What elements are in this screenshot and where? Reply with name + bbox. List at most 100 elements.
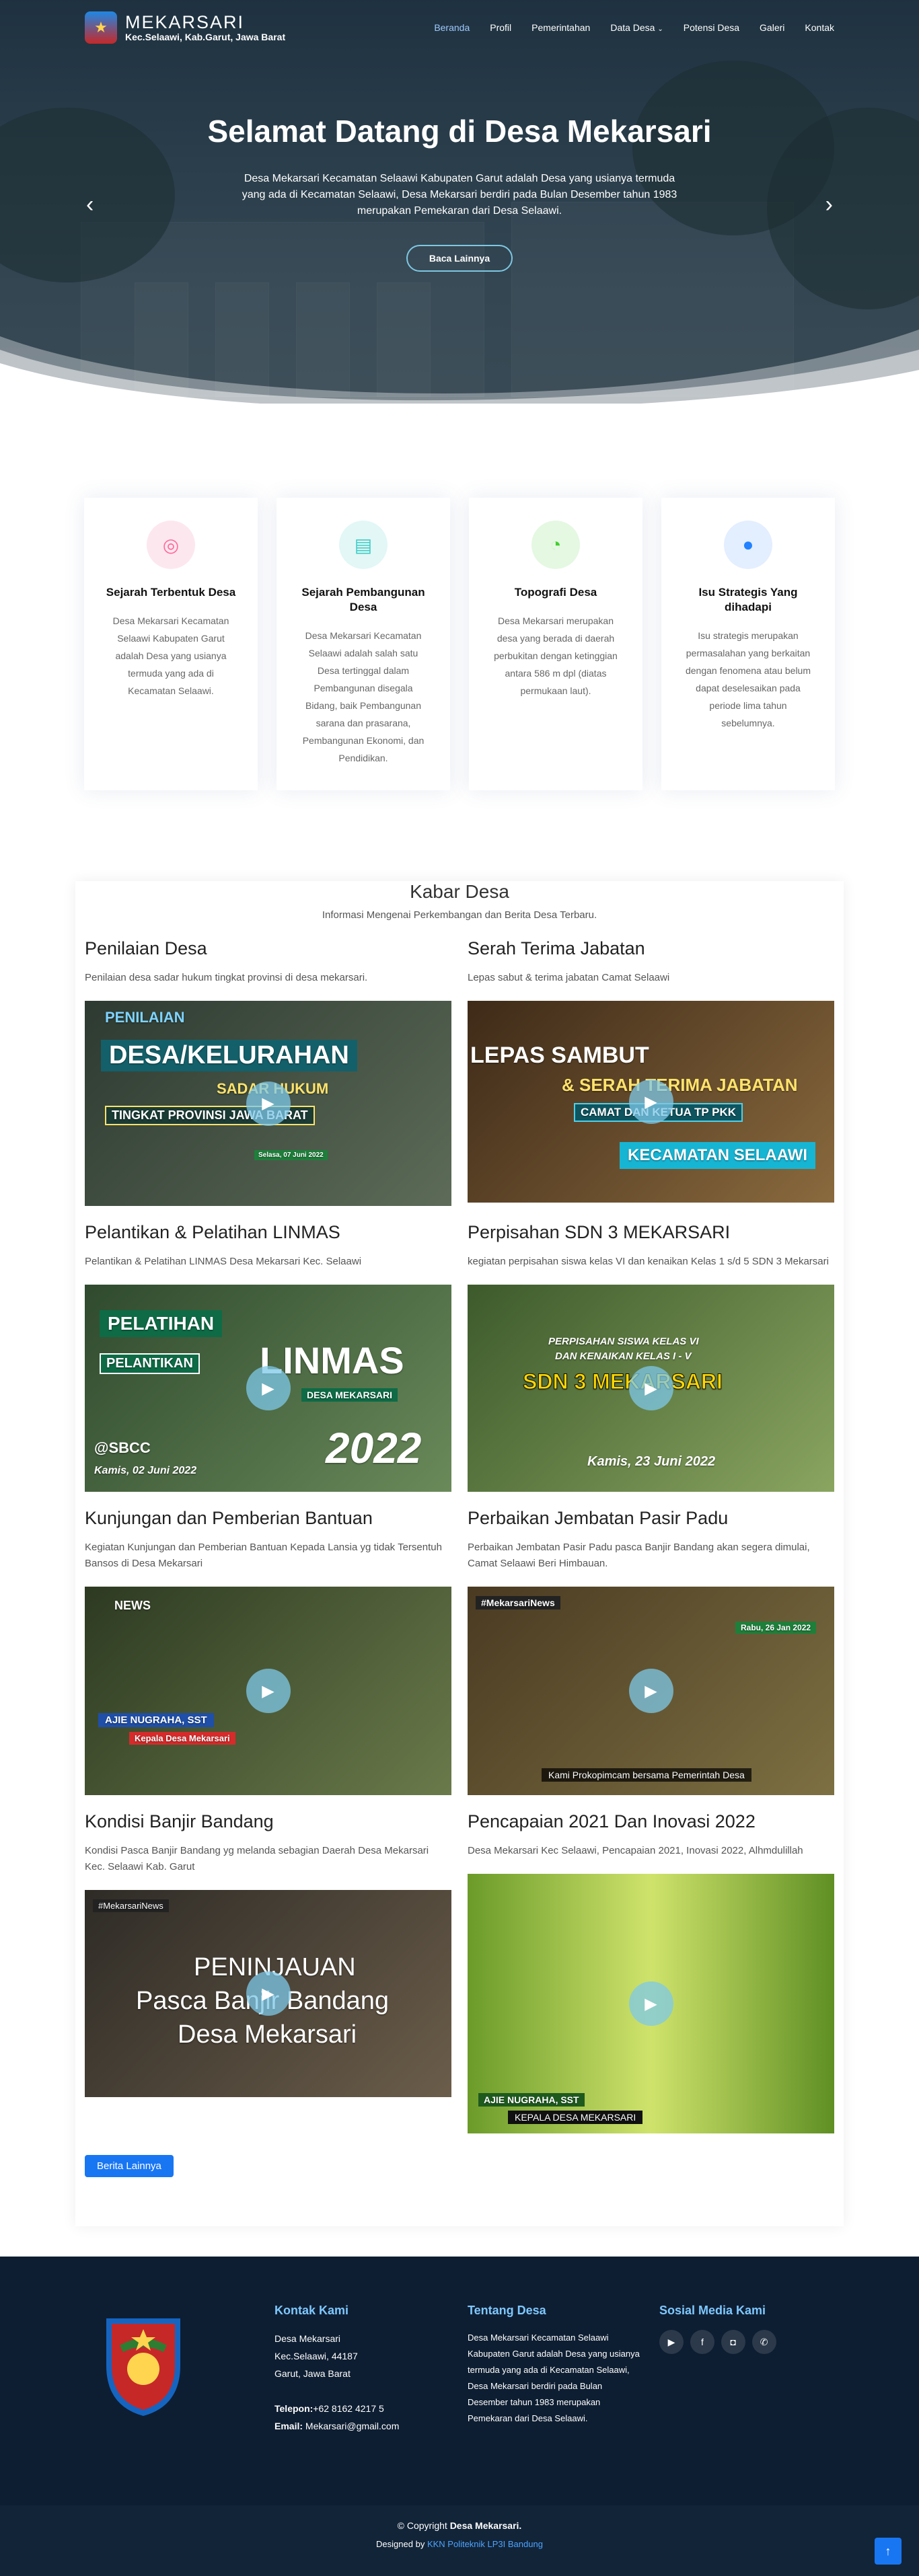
youtube-icon[interactable]: ▶: [659, 2330, 684, 2354]
nav-kontak[interactable]: Kontak: [805, 22, 834, 33]
video-thumbnail[interactable]: PENILAIAN DESA/KELURAHAN SADAR HUKUM TIN…: [85, 1001, 451, 1206]
feature-text: Desa Mekarsari merupakan desa yang berad…: [494, 615, 618, 696]
news-post: Kunjungan dan Pemberian Bantuan Kegiatan…: [85, 1508, 451, 1795]
news-post: Perpisahan SDN 3 MEKARSARI kegiatan perp…: [468, 1222, 834, 1492]
brand-subtitle: Kec.Selaawi, Kab.Garut, Jawa Barat: [125, 32, 286, 42]
about-column: Tentang Desa Desa Mekarsari Kecamatan Se…: [468, 2302, 642, 2427]
back-to-top-button[interactable]: ↑: [875, 2538, 902, 2565]
village-logo: ★: [85, 11, 117, 44]
nav-beranda[interactable]: Beranda: [434, 22, 470, 33]
video-thumbnail[interactable]: NEWS AJIE NUGRAHA, SST Kepala Desa Mekar…: [85, 1587, 451, 1795]
speedometer-icon: ◔: [531, 521, 580, 569]
nav-potensi-desa[interactable]: Potensi Desa: [684, 22, 739, 33]
post-title[interactable]: Serah Terima Jabatan: [468, 938, 834, 959]
feature-title: Sejarah Terbentuk Desa: [106, 586, 236, 599]
nav-pemerintahan[interactable]: Pemerintahan: [531, 22, 590, 33]
navbar: ★ MEKARSARI Kec.Selaawi, Kab.Garut, Jawa…: [0, 0, 919, 55]
video-thumbnail[interactable]: #MekarsariNews PENINJAUAN Pasca Banjir B…: [85, 1890, 451, 2097]
feature-card[interactable]: ● Isu Strategis Yang dihadapi Isu strate…: [661, 498, 835, 790]
post-description: Pelantikan & Pelatihan LINMAS Desa Mekar…: [85, 1256, 362, 1267]
footer: Kontak Kami Desa Mekarsari Kec.Selaawi, …: [0, 2257, 919, 2576]
play-icon[interactable]: ▶: [628, 1366, 673, 1410]
feature-title: Sejarah Pembangunan Desa: [301, 586, 425, 613]
play-icon[interactable]: ▶: [246, 1669, 291, 1713]
thumb-text: DESA MEKARSARI: [301, 1388, 398, 1402]
video-thumbnail[interactable]: #MekarsariNews Rabu, 26 Jan 2022 Kami Pr…: [468, 1587, 834, 1795]
post-title[interactable]: Perbaikan Jembatan Pasir Padu: [468, 1508, 834, 1529]
post-title[interactable]: Kunjungan dan Pemberian Bantuan: [85, 1508, 451, 1529]
nav-profil[interactable]: Profil: [490, 22, 511, 33]
footer-top: Kontak Kami Desa Mekarsari Kec.Selaawi, …: [0, 2257, 919, 2505]
social-title: Sosial Media Kami: [659, 2304, 766, 2317]
designed-prefix: Designed by: [376, 2539, 427, 2549]
feature-card[interactable]: ▤ Sejarah Pembangunan Desa Desa Mekarsar…: [277, 498, 450, 790]
feature-card[interactable]: ◎ Sejarah Terbentuk Desa Desa Mekarsari …: [84, 498, 258, 790]
thumb-text: DAN KENAIKAN KELAS I - V: [555, 1351, 692, 1362]
video-thumbnail[interactable]: LEPAS SAMBUT & SERAH TERIMA JABATAN CAMA…: [468, 1001, 834, 1203]
designed-by: Designed by KKN Politeknik LP3I Bandung: [0, 2539, 919, 2549]
thumb-text: Kepala Desa Mekarsari: [129, 1732, 235, 1745]
document-icon: ▤: [339, 521, 388, 569]
video-thumbnail[interactable]: AJIE NUGRAHA, SST KEPALA DESA MEKARSARI …: [468, 1874, 834, 2133]
designer-link[interactable]: KKN Politeknik LP3I Bandung: [427, 2539, 543, 2549]
email-value[interactable]: Mekarsari@gmail.com: [305, 2421, 399, 2431]
hero-content: Selamat Datang di Desa Mekarsari Desa Me…: [0, 113, 919, 272]
read-more-button[interactable]: Baca Lainnya: [406, 245, 513, 272]
post-title[interactable]: Kondisi Banjir Bandang: [85, 1811, 451, 1832]
thumb-text: PENILAIAN: [105, 1009, 185, 1026]
hero-section: ★ MEKARSARI Kec.Selaawi, Kab.Garut, Jawa…: [0, 0, 919, 404]
nav-galeri[interactable]: Galeri: [760, 22, 784, 33]
whatsapp-icon[interactable]: ✆: [751, 2330, 776, 2354]
play-icon[interactable]: ▶: [628, 1981, 673, 2026]
phone-value[interactable]: +62 8162 4217 5: [313, 2403, 384, 2414]
post-title[interactable]: Pencapaian 2021 Dan Inovasi 2022: [468, 1811, 834, 1832]
thumb-text: SDN 3 MEKARSARI: [523, 1369, 723, 1394]
about-text: Desa Mekarsari Kecamatan Selaawi Kabupat…: [468, 2333, 640, 2423]
address-line: Kec.Selaawi, 44187: [274, 2351, 358, 2361]
post-description: Perbaikan Jembatan Pasir Padu pasca Banj…: [468, 1542, 810, 1569]
instagram-icon[interactable]: ◘: [721, 2330, 745, 2354]
address-line: Garut, Jawa Barat: [274, 2368, 351, 2379]
news-post: Serah Terima Jabatan Lepas sabut & terim…: [468, 938, 834, 1206]
news-title: Kabar Desa: [410, 881, 509, 902]
thumb-text: KECAMATAN SELAAWI: [620, 1142, 816, 1169]
play-icon[interactable]: ▶: [628, 1669, 673, 1713]
news-post: Pelantikan & Pelatihan LINMAS Pelantikan…: [85, 1222, 451, 1492]
brand-title: MEKARSARI: [125, 12, 245, 32]
post-description: Kegiatan Kunjungan dan Pemberian Bantuan…: [85, 1542, 442, 1569]
more-news-button[interactable]: Berita Lainnya: [85, 2155, 174, 2177]
feature-text: Isu strategis merupakan permasalahan yan…: [685, 630, 811, 728]
thumb-text: Kami Prokopimcam bersama Pemerintah Desa: [542, 1768, 751, 1782]
post-description: Lepas sabut & terima jabatan Camat Selaa…: [468, 972, 670, 983]
news-subtitle: Informasi Mengenai Perkembangan dan Beri…: [322, 909, 597, 921]
thumb-text: AJIE NUGRAHA, SST: [98, 1713, 214, 1727]
feature-card[interactable]: ◔ Topografi Desa Desa Mekarsari merupaka…: [469, 498, 642, 790]
play-icon[interactable]: ▶: [246, 1081, 291, 1126]
feature-text: Desa Mekarsari Kecamatan Selaawi Kabupat…: [112, 615, 229, 696]
post-description: Desa Mekarsari Kec Selaawi, Pencapaian 2…: [468, 1845, 803, 1856]
video-thumbnail[interactable]: PELATIHAN PELANTIKAN LINMAS DESA MEKARSA…: [85, 1285, 451, 1492]
village-emblem: [106, 2318, 180, 2416]
play-icon[interactable]: ▶: [246, 1971, 291, 2016]
thumb-text: Desa Mekarsari: [178, 2020, 357, 2049]
post-title[interactable]: Penilaian Desa: [85, 938, 451, 959]
news-grid: Penilaian Desa Penilaian desa sadar huku…: [85, 938, 834, 2150]
play-icon[interactable]: ▶: [246, 1366, 291, 1410]
email-row: Email: Mekarsari@gmail.com: [274, 2417, 436, 2435]
nav-data-desa-label: Data Desa: [610, 22, 655, 33]
thumb-text: NEWS: [114, 1599, 151, 1612]
post-title[interactable]: Perpisahan SDN 3 MEKARSARI: [468, 1222, 834, 1243]
thumb-text: LEPAS SAMBUT: [470, 1043, 649, 1068]
brand[interactable]: ★ MEKARSARI Kec.Selaawi, Kab.Garut, Jawa…: [85, 11, 285, 44]
play-icon[interactable]: ▶: [628, 1079, 673, 1124]
news-post: Penilaian Desa Penilaian desa sadar huku…: [85, 938, 451, 1206]
hero-title: Selamat Datang di Desa Mekarsari: [207, 114, 712, 149]
copyright-prefix: © Copyright: [397, 2520, 450, 2531]
thumb-text: AJIE NUGRAHA, SST: [478, 2093, 585, 2107]
post-title[interactable]: Pelantikan & Pelatihan LINMAS: [85, 1222, 451, 1243]
nav-data-desa[interactable]: Data Desa ⌄: [610, 22, 663, 33]
post-description: Kondisi Pasca Banjir Bandang yg melanda …: [85, 1845, 429, 1872]
facebook-icon[interactable]: f: [690, 2330, 714, 2354]
thumb-text: KEPALA DESA MEKARSARI: [508, 2111, 643, 2124]
video-thumbnail[interactable]: PERPISAHAN SISWA KELAS VI DAN KENAIKAN K…: [468, 1285, 834, 1492]
